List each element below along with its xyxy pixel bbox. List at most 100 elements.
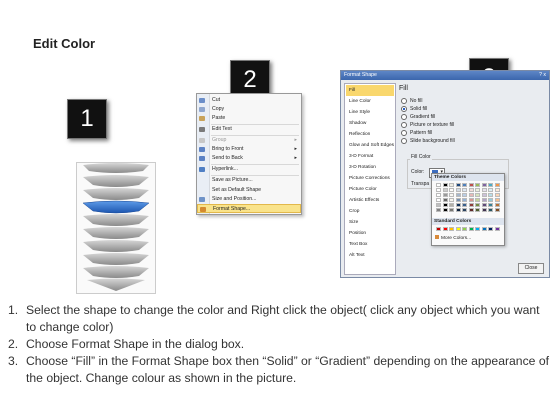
color-swatch[interactable] (442, 198, 448, 202)
color-swatch[interactable] (436, 198, 441, 202)
color-swatch[interactable] (449, 193, 454, 197)
menu-item-size-position[interactable]: Size and Position... (197, 195, 301, 204)
color-swatch[interactable] (449, 227, 454, 231)
color-swatch[interactable] (475, 208, 480, 212)
color-swatch[interactable] (442, 208, 448, 212)
sidebar-item-artistic-effects[interactable]: Artistic Effects (346, 195, 394, 206)
chevron-shape[interactable] (83, 214, 149, 226)
radio-pattern-fill[interactable]: Pattern fill (401, 129, 432, 137)
sidebar-item-size[interactable]: Size (346, 217, 394, 228)
color-swatch[interactable] (468, 227, 474, 231)
color-swatch[interactable] (442, 227, 448, 231)
color-swatch[interactable] (436, 208, 441, 212)
color-swatch[interactable] (449, 188, 454, 192)
color-swatch[interactable] (468, 188, 474, 192)
menu-item-edit-text[interactable]: Edit Text (197, 125, 301, 134)
color-swatch[interactable] (488, 227, 493, 231)
chevron-shape[interactable] (83, 163, 149, 173)
color-swatch[interactable] (436, 183, 441, 187)
menu-item-send-to-back[interactable]: Send to Back ▸ (197, 154, 301, 163)
menu-item-cut[interactable]: Cut (197, 96, 301, 105)
color-swatch[interactable] (462, 203, 467, 207)
sidebar-item-3d-rotation[interactable]: 3-D Rotation (346, 162, 394, 173)
color-swatch[interactable] (494, 203, 500, 207)
color-swatch[interactable] (449, 198, 454, 202)
sidebar-item-line-style[interactable]: Line Style (346, 107, 394, 118)
color-swatch[interactable] (436, 227, 441, 231)
color-swatch[interactable] (488, 188, 493, 192)
color-swatch[interactable] (449, 203, 454, 207)
color-swatch[interactable] (455, 193, 461, 197)
chevron-shape[interactable] (83, 253, 149, 265)
color-swatch[interactable] (488, 203, 493, 207)
color-swatch[interactable] (462, 208, 467, 212)
color-swatch[interactable] (462, 193, 467, 197)
sidebar-item-line-color[interactable]: Line Color (346, 96, 394, 107)
color-swatch[interactable] (436, 193, 441, 197)
color-swatch[interactable] (481, 208, 487, 212)
color-swatch[interactable] (475, 193, 480, 197)
radio-gradient-fill[interactable]: Gradient fill (401, 113, 435, 121)
chevron-shape[interactable] (83, 240, 149, 252)
sidebar-item-picture-corrections[interactable]: Picture Corrections (346, 173, 394, 184)
color-swatch[interactable] (468, 193, 474, 197)
radio-solid-fill[interactable]: Solid fill (401, 105, 427, 113)
color-swatch[interactable] (455, 203, 461, 207)
chevron-shape[interactable] (83, 188, 149, 200)
sidebar-item-position[interactable]: Position (346, 228, 394, 239)
color-swatch[interactable] (455, 198, 461, 202)
menu-item-paste[interactable]: Paste (197, 114, 301, 123)
color-swatch[interactable] (494, 188, 500, 192)
color-swatch[interactable] (449, 208, 454, 212)
menu-item-hyperlink[interactable]: Hyperlink... (197, 165, 301, 174)
chevron-shape[interactable] (83, 175, 149, 187)
radio-no-fill[interactable]: No fill (401, 97, 423, 105)
color-swatch[interactable] (442, 183, 448, 187)
chevron-shape[interactable] (83, 266, 149, 278)
color-swatch[interactable] (468, 208, 474, 212)
color-swatch[interactable] (462, 188, 467, 192)
menu-item-bring-to-front[interactable]: Bring to Front ▸ (197, 145, 301, 154)
color-swatch[interactable] (462, 183, 467, 187)
sidebar-item-shadow[interactable]: Shadow (346, 118, 394, 129)
color-swatch[interactable] (494, 208, 500, 212)
color-swatch[interactable] (481, 188, 487, 192)
color-swatch[interactable] (442, 188, 448, 192)
color-swatch[interactable] (475, 198, 480, 202)
dialog-close-icon[interactable]: ? x (539, 71, 546, 80)
color-swatch[interactable] (436, 203, 441, 207)
chevron-shape[interactable] (87, 278, 145, 292)
color-swatch[interactable] (449, 183, 454, 187)
color-swatch[interactable] (436, 188, 441, 192)
color-swatch[interactable] (481, 203, 487, 207)
sidebar-item-picture-color[interactable]: Picture Color (346, 184, 394, 195)
sidebar-item-fill[interactable]: Fill (346, 85, 394, 96)
color-swatch[interactable] (488, 183, 493, 187)
color-swatch[interactable] (455, 227, 461, 231)
color-swatch[interactable] (468, 198, 474, 202)
color-swatch[interactable] (442, 193, 448, 197)
color-swatch[interactable] (468, 203, 474, 207)
color-swatch[interactable] (481, 183, 487, 187)
color-swatch[interactable] (462, 227, 467, 231)
color-swatch[interactable] (481, 227, 487, 231)
color-swatch[interactable] (468, 183, 474, 187)
color-swatch[interactable] (494, 193, 500, 197)
menu-item-set-default-shape[interactable]: Set as Default Shape (197, 186, 301, 195)
color-swatch[interactable] (455, 183, 461, 187)
radio-slide-background-fill[interactable]: Slide background fill (401, 137, 455, 145)
color-swatch[interactable] (455, 208, 461, 212)
chevron-shape-selected[interactable] (82, 200, 150, 214)
color-swatch[interactable] (475, 183, 480, 187)
color-swatch[interactable] (475, 227, 480, 231)
color-swatch[interactable] (488, 193, 493, 197)
menu-item-save-as-picture[interactable]: Save as Picture... (197, 176, 301, 185)
color-swatch[interactable] (442, 203, 448, 207)
menu-item-group[interactable]: Group ▸ (197, 136, 301, 145)
color-swatch[interactable] (494, 227, 500, 231)
radio-picture-fill[interactable]: Picture or texture fill (401, 121, 454, 129)
color-swatch[interactable] (488, 208, 493, 212)
sidebar-item-text-box[interactable]: Text Box (346, 239, 394, 250)
menu-item-format-shape[interactable]: Format Shape... (197, 204, 301, 213)
color-swatch[interactable] (475, 203, 480, 207)
